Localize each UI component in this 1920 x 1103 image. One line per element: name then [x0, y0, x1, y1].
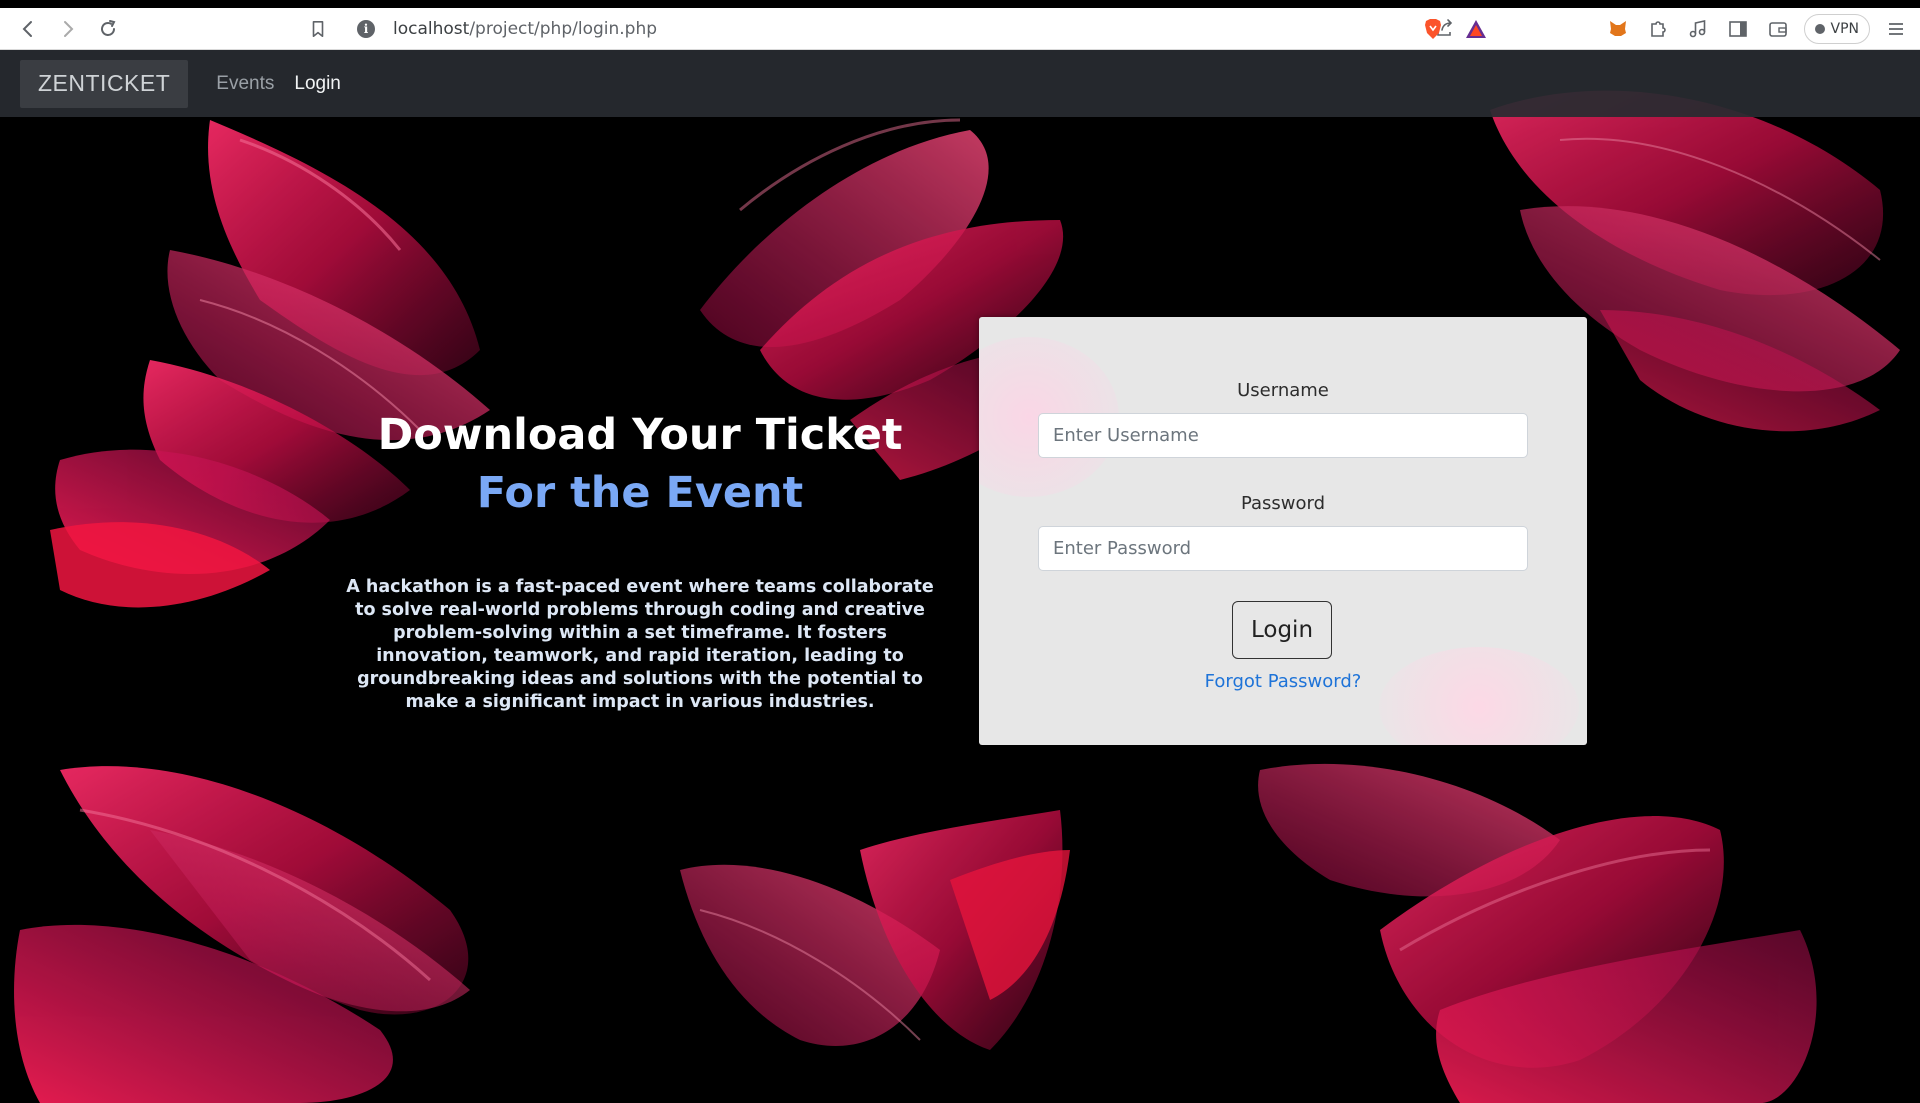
nav-link-events[interactable]: Events [216, 73, 274, 95]
forward-button[interactable] [48, 8, 88, 50]
vpn-label: VPN [1830, 21, 1860, 37]
site-info-icon[interactable]: i [357, 20, 375, 38]
vpn-status-icon [1814, 24, 1825, 34]
password-label: Password [1240, 493, 1326, 514]
reload-button[interactable] [88, 8, 128, 50]
bookmark-icon [312, 20, 324, 38]
site-navbar: ZENTICKET Events Login [0, 50, 1920, 117]
back-button[interactable] [8, 8, 48, 50]
url-text: localhost/project/php/login.php [393, 19, 657, 39]
music-note-icon [1689, 20, 1705, 38]
metamask-button[interactable] [1598, 8, 1638, 50]
wallet-button[interactable] [1758, 8, 1798, 50]
browser-extensions: VPN [1598, 8, 1920, 50]
media-button[interactable] [1678, 8, 1718, 50]
hero-subtitle: For the Event [476, 468, 804, 518]
window-top-strip [0, 0, 1920, 8]
bookmark-button[interactable] [306, 16, 330, 42]
brave-lion-icon [1425, 19, 1441, 39]
hero-description: A hackathon is a fast-paced event where … [346, 577, 934, 712]
forward-arrow-icon [64, 20, 74, 37]
extensions-button[interactable] [1638, 8, 1678, 50]
hamburger-menu-icon [1889, 23, 1903, 35]
background-ribbons-image [14, 90, 1900, 1103]
hero-section: Download Your Ticket For the Event A hac… [320, 406, 960, 714]
login-card: Username Password Login Forgot Password? [979, 317, 1587, 745]
url-path: /project/php/login.php [469, 19, 658, 39]
sidebar-toggle-button[interactable] [1718, 8, 1758, 50]
password-input[interactable] [1038, 526, 1528, 571]
hero-title: Download Your Ticket [377, 410, 903, 460]
brave-shields-button[interactable] [1423, 18, 1443, 45]
back-arrow-icon [22, 20, 32, 37]
brave-rewards-button[interactable] [1465, 19, 1487, 44]
forgot-password-link[interactable]: Forgot Password? [979, 671, 1587, 692]
browser-menu-button[interactable] [1876, 8, 1916, 50]
username-input[interactable] [1038, 413, 1528, 458]
rewards-triangle-icon [1466, 20, 1486, 38]
wallet-icon [1768, 22, 1787, 37]
browser-toolbar: i localhost/project/php/login.php VPN [0, 8, 1920, 50]
login-button[interactable]: Login [1232, 601, 1332, 659]
fox-icon [1609, 21, 1626, 36]
nav-link-login[interactable]: Login [294, 73, 341, 95]
vpn-button[interactable]: VPN [1803, 14, 1870, 44]
brand-logo[interactable]: ZENTICKET [20, 59, 189, 108]
username-label: Username [1237, 380, 1329, 401]
url-host: localhost [393, 19, 470, 39]
web-page: ZENTICKET Events Login Download Your Tic… [0, 50, 1920, 1103]
puzzle-icon [1650, 21, 1666, 37]
reload-icon [101, 19, 116, 36]
card-glow [1379, 647, 1579, 745]
sidebar-icon [1728, 21, 1747, 37]
address-bar[interactable]: i localhost/project/php/login.php [345, 12, 1495, 46]
